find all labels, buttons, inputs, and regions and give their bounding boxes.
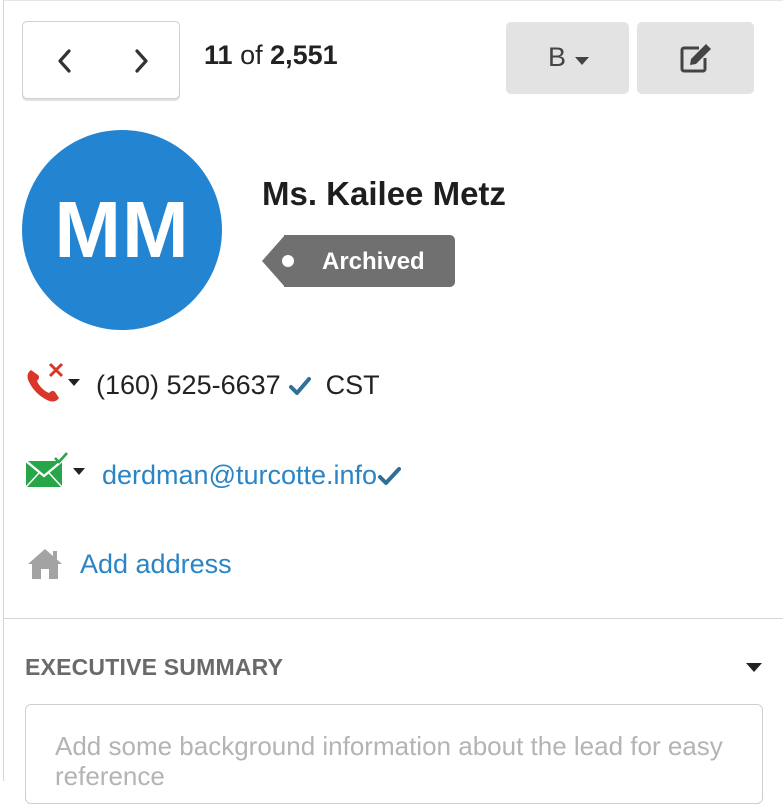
executive-summary-input[interactable]: Add some background information about th…: [25, 704, 763, 804]
tag-hole-icon: [282, 255, 294, 267]
contact-name: Ms. Kailee Metz: [262, 175, 506, 212]
caret-down-icon[interactable]: [745, 662, 763, 673]
chevron-right-icon: [135, 49, 148, 73]
email-address[interactable]: derdman@turcotte.info: [102, 460, 377, 490]
executive-summary-placeholder: Add some background information about th…: [55, 731, 723, 791]
edit-icon: [680, 44, 711, 73]
edit-button[interactable]: [637, 22, 754, 94]
record-pager: [22, 21, 180, 99]
phone-number[interactable]: (160) 525-6637: [96, 370, 281, 400]
phone-number-line: (160) 525-6637 CST: [96, 370, 380, 401]
address-row: Add address: [22, 545, 282, 590]
email-link[interactable]: derdman@turcotte.info: [102, 460, 403, 491]
home-icon: [28, 549, 62, 579]
caret-down-icon: [575, 57, 589, 65]
next-record-button[interactable]: [121, 46, 161, 76]
phone-row: (160) 525-6637 CST: [22, 360, 522, 410]
executive-summary-title: EXECUTIVE SUMMARY: [25, 654, 284, 680]
b-button-label: B: [548, 42, 567, 72]
phone-unavailable-icon: [27, 362, 80, 402]
email-options-button[interactable]: [25, 452, 89, 497]
record-counter: 11 of 2,551: [204, 40, 338, 71]
avatar: MM: [22, 130, 222, 330]
section-divider: [3, 618, 783, 619]
phone-options-button[interactable]: [22, 360, 84, 411]
verified-check-icon: [289, 377, 312, 395]
previous-record-button[interactable]: [45, 46, 85, 76]
b-dropdown-button[interactable]: B: [506, 22, 629, 94]
timezone: CST: [325, 370, 380, 400]
email-verified-icon: [25, 452, 85, 488]
avatar-initials: MM: [54, 185, 190, 274]
record-of-label: of: [240, 40, 263, 70]
status-badge[interactable]: Archived: [262, 235, 455, 287]
status-label: Archived: [322, 248, 425, 275]
record-total: 2,551: [270, 40, 338, 70]
email-row: derdman@turcotte.info: [22, 450, 542, 500]
record-current: 11: [204, 40, 233, 70]
chevron-left-icon: [58, 49, 71, 73]
add-address-link[interactable]: Add address: [80, 549, 232, 580]
verified-check-icon: [378, 467, 402, 485]
